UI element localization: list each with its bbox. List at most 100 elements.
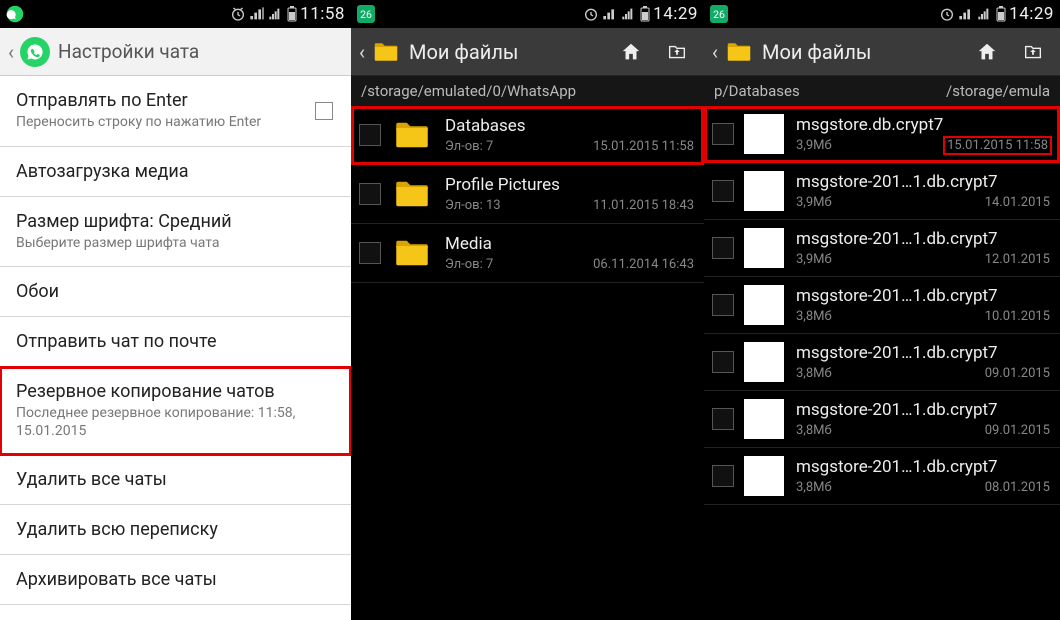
file-name: msgstore-201…1.db.crypt7 [796,286,1050,306]
file-sub: Эл-ов: 7 [445,139,493,154]
battery-icon [996,6,1006,22]
settings-row[interactable]: Автозагрузка медиа [0,147,351,197]
file-icon [744,456,784,496]
file-sub: Эл-ов: 13 [445,198,501,213]
file-meta: Profile PicturesЭл-ов: 1311.01.2015 18:4… [445,175,694,213]
settings-row[interactable]: Размер шрифта: СреднийВыберите размер шр… [0,197,351,268]
settings-row[interactable]: Обои [0,267,351,317]
status-bar: 26 14:29 [704,0,1060,28]
file-row[interactable]: msgstore.db.crypt73,9Мб15.01.2015 11:58 [704,106,1060,163]
home-button[interactable] [968,33,1006,71]
file-name: msgstore.db.crypt7 [796,115,1050,135]
file-icon [744,114,784,154]
row-checkbox[interactable] [712,408,734,430]
signal-icon [249,6,265,22]
home-button[interactable] [612,33,650,71]
file-name: msgstore-201…1.db.crypt7 [796,457,1050,477]
row-title: Резервное копирование чатов [16,381,335,402]
row-title: Архивировать все чаты [16,569,335,590]
file-meta: msgstore.db.crypt73,9Мб15.01.2015 11:58 [796,115,1050,153]
file-row[interactable]: Profile PicturesЭл-ов: 1311.01.2015 18:4… [351,165,704,224]
row-checkbox[interactable] [712,351,734,373]
up-folder-button[interactable] [658,33,696,71]
folder-icon [391,114,433,156]
row-checkbox[interactable] [712,294,734,316]
breadcrumb[interactable]: /storage/emulated/0/WhatsApp [351,76,704,106]
whatsapp-icon[interactable] [20,37,50,67]
file-date: 15.01.2015 11:58 [593,139,694,154]
row-title: Удалить всю переписку [16,519,335,540]
file-row[interactable]: MediaЭл-ов: 706.11.2014 16:43 [351,224,704,283]
file-sub: Эл-ов: 7 [445,257,493,272]
signal-icon [958,6,974,22]
back-caret-icon[interactable]: ‹ [359,40,365,64]
checkbox[interactable] [315,102,333,120]
breadcrumb-right: /storage/emula [946,82,1050,100]
file-date: 14.01.2015 [985,195,1050,210]
file-row[interactable]: Databases Эл-ов: 7 15.01.2015 11:58 [351,106,704,165]
svg-text:26: 26 [360,8,372,21]
clock-text: 11:58 [300,4,345,24]
row-title: Автозагрузка медиа [16,161,335,182]
file-name: Profile Pictures [445,175,694,195]
page-title: Мои файлы [409,40,604,64]
page-title: Мои файлы [762,40,960,64]
file-icon [744,342,784,382]
row-title: Отправлять по Enter [16,90,335,111]
row-title: Обои [16,281,335,302]
file-meta: msgstore-201…1.db.crypt73,9Мб12.01.2015 [796,229,1050,267]
settings-row[interactable]: Отправить чат по почте [0,317,351,367]
file-name: msgstore-201…1.db.crypt7 [796,400,1050,420]
row-checkbox[interactable] [712,465,734,487]
breadcrumb-left: p/Databases [714,82,800,100]
file-row[interactable]: msgstore-201…1.db.crypt73,8Мб10.01.2015 [704,277,1060,334]
back-caret-icon[interactable]: ‹ [712,40,718,64]
signal-icon-2 [621,6,637,22]
signal-icon-2 [268,6,284,22]
file-row[interactable]: msgstore-201…1.db.crypt73,9Мб14.01.2015 [704,163,1060,220]
row-checkbox[interactable] [712,123,734,145]
settings-row[interactable]: Удалить все чаты [0,455,351,505]
up-folder-button[interactable] [1014,33,1052,71]
file-row[interactable]: msgstore-201…1.db.crypt73,8Мб09.01.2015 [704,334,1060,391]
alarm-icon [939,6,955,22]
battery-icon [287,6,297,22]
battery-icon [640,6,650,22]
settings-row[interactable]: Отправлять по EnterПереносить строку по … [0,76,351,147]
file-sub: 3,9Мб [796,252,832,267]
file-list: Databases Эл-ов: 7 15.01.2015 11:58 Profile… [351,106,704,620]
file-meta: msgstore-201…1.db.crypt73,8Мб09.01.2015 [796,400,1050,438]
settings-row[interactable]: Удалить всю переписку [0,505,351,555]
status-bar: 11:58 [0,0,351,28]
row-checkbox[interactable] [712,180,734,202]
file-meta: msgstore-201…1.db.crypt73,8Мб09.01.2015 [796,343,1050,381]
back-caret-icon[interactable]: ‹ [8,40,14,64]
clock-text: 14:29 [653,4,698,24]
row-checkbox[interactable] [712,237,734,259]
row-subtitle: Выберите размер шрифта чата [16,235,335,253]
settings-list: Отправлять по EnterПереносить строку по … [0,76,351,620]
file-sub: 3,8Мб [796,480,832,495]
file-meta: msgstore-201…1.db.crypt73,8Мб08.01.2015 [796,457,1050,495]
row-checkbox[interactable] [359,183,381,205]
file-row[interactable]: msgstore-201…1.db.crypt73,8Мб08.01.2015 [704,448,1060,505]
folder-icon [371,37,401,67]
file-date: 09.01.2015 [985,423,1050,438]
row-checkbox[interactable] [359,242,381,264]
phone-whatsapp-settings: 11:58 ‹ Настройки чата Отправлять по Ent… [0,0,351,620]
file-sub: 3,8Мб [796,366,832,381]
phone-myfiles-databases: 26 14:29 ‹ Мои файлы p/Databases /storag… [704,0,1060,620]
action-bar: ‹ Мои файлы [704,28,1060,76]
row-checkbox[interactable] [359,124,381,146]
file-name: msgstore-201…1.db.crypt7 [796,172,1050,192]
file-row[interactable]: msgstore-201…1.db.crypt73,8Мб09.01.2015 [704,391,1060,448]
settings-row[interactable]: Архивировать все чаты [0,555,351,605]
file-name: Databases [445,116,694,136]
settings-row[interactable]: Резервное копирование чатовПоследнее рез… [0,367,351,455]
file-row[interactable]: msgstore-201…1.db.crypt73,9Мб12.01.2015 [704,220,1060,277]
status-bar: 26 14:29 [351,0,704,28]
app-status-icon: 26 [710,5,728,23]
signal-icon-2 [977,6,993,22]
breadcrumb[interactable]: p/Databases /storage/emula [704,76,1060,106]
file-meta: msgstore-201…1.db.crypt73,9Мб14.01.2015 [796,172,1050,210]
